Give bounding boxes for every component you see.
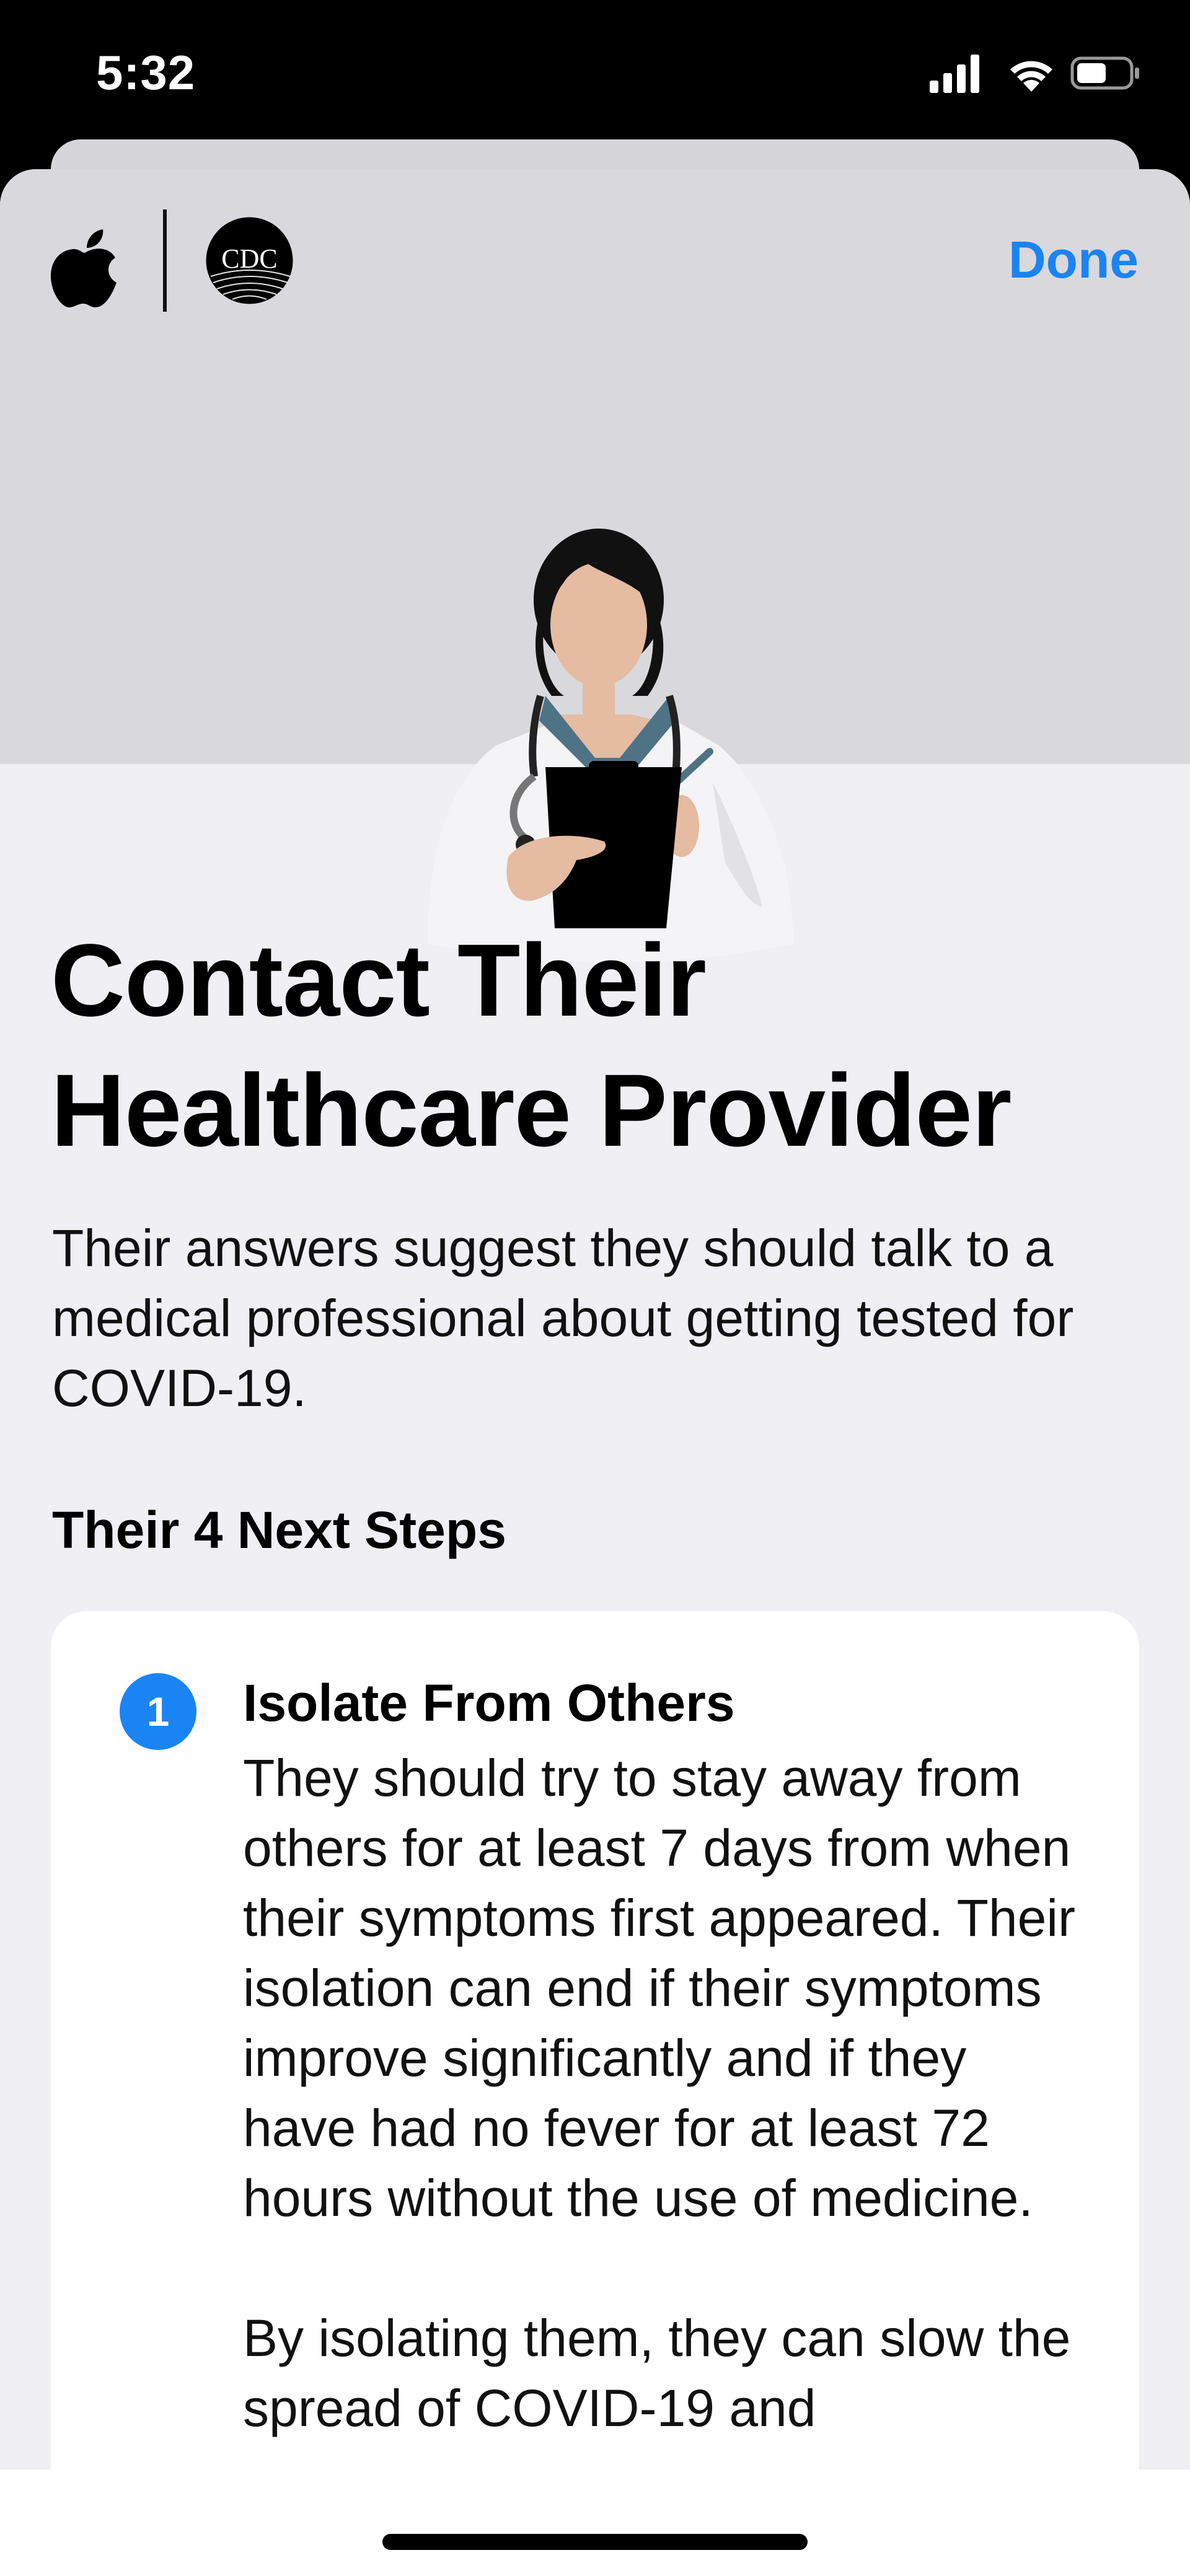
status-bar: 5:32 bbox=[0, 0, 1190, 143]
page-title: Contact Their Healthcare Provider bbox=[51, 923, 1012, 1168]
home-indicator-area bbox=[0, 2469, 1190, 2576]
steps-heading: Their 4 Next Steps bbox=[52, 1501, 506, 1559]
done-button[interactable]: Done bbox=[1008, 230, 1139, 290]
status-icons bbox=[930, 55, 1139, 93]
step-card: 1 Isolate From Others They should try to… bbox=[51, 1611, 1139, 2576]
logo-divider bbox=[163, 209, 167, 312]
wifi-icon bbox=[1010, 61, 1052, 92]
step-number-badge: 1 bbox=[120, 1673, 196, 1750]
step-text: They should try to stay away from others… bbox=[243, 1749, 1075, 2437]
cdc-logo-icon: CDC bbox=[206, 217, 293, 304]
step-title: Isolate From Others bbox=[243, 1674, 735, 1732]
home-indicator[interactable] bbox=[382, 2534, 808, 2550]
status-time: 5:32 bbox=[96, 45, 196, 100]
battery-icon bbox=[1070, 56, 1139, 90]
page-description: Their answers suggest they should talk t… bbox=[52, 1219, 1074, 1417]
cdc-logo-text: CDC bbox=[221, 244, 277, 274]
cellular-signal-icon bbox=[930, 55, 979, 93]
apple-logo-icon bbox=[51, 229, 117, 307]
modal-sheet: CDC Done Contact Their Healthcare Provid… bbox=[0, 169, 1190, 2576]
doctor-illustration bbox=[428, 529, 793, 962]
